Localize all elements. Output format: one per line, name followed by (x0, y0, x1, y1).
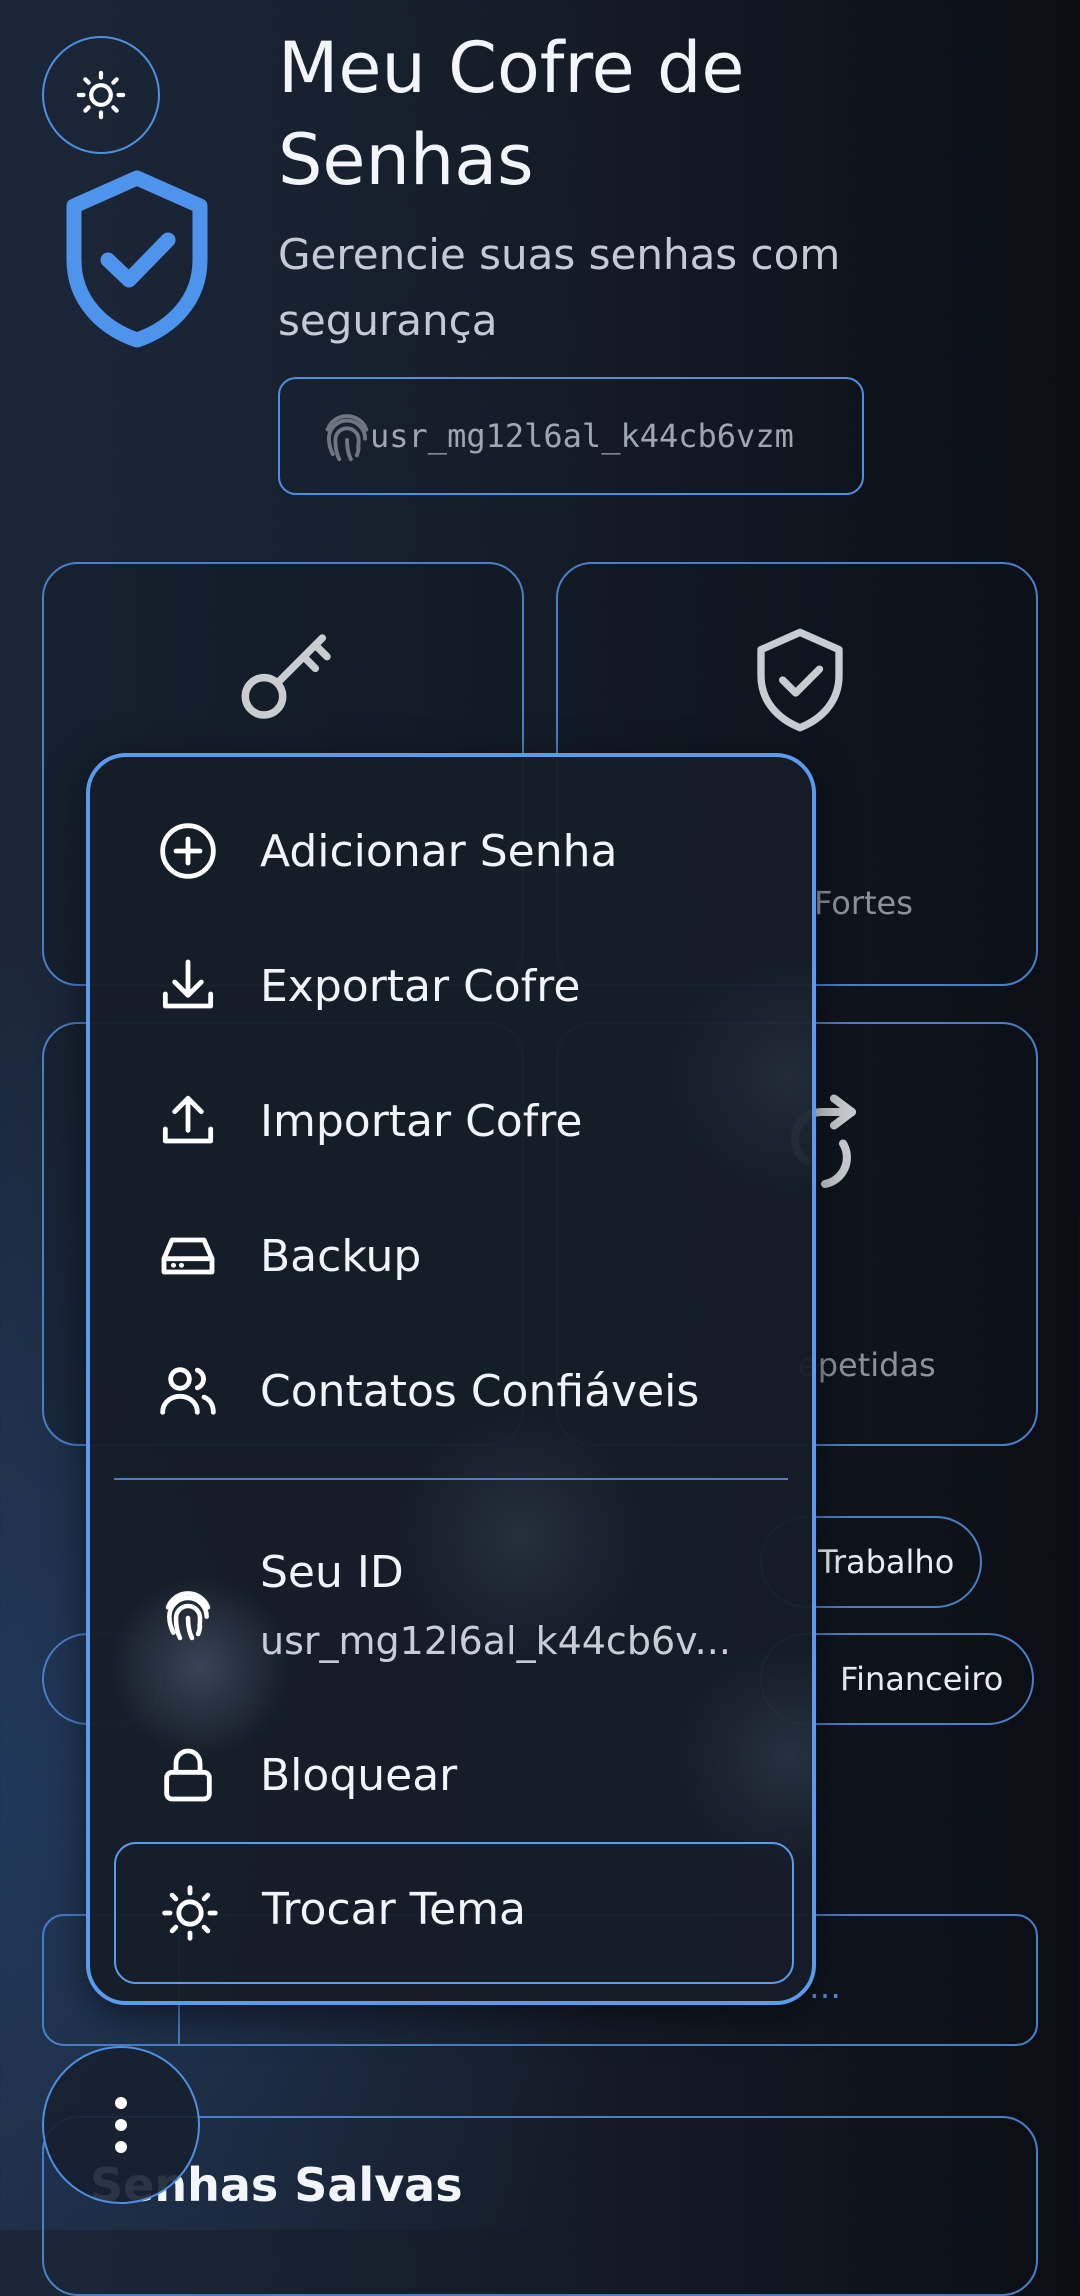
menu-item-label: Bloquear (260, 1749, 458, 1801)
user-id-text: usr_mg12l6al_k44cb6vzm (370, 417, 794, 455)
sun-icon (158, 1881, 222, 1945)
page-title: Meu Cofre de Senhas (278, 27, 745, 201)
upload-icon (156, 1089, 220, 1153)
actions-menu: Adicionar Senha Exportar Cofre Importar … (86, 753, 816, 2005)
more-options-button[interactable] (42, 2046, 200, 2204)
theme-toggle-button[interactable] (42, 36, 160, 154)
category-label: Trabalho (818, 1543, 955, 1581)
menu-item-label: Trocar Tema (262, 1884, 526, 1935)
more-vertical-icon (111, 2095, 131, 2155)
menu-item-import-vault[interactable]: Importar Cofre (90, 1061, 812, 1181)
shield-check-icon (748, 622, 852, 738)
page-subtitle: Gerencie suas senhas com segurança (278, 230, 841, 345)
menu-item-trusted-contacts[interactable]: Contatos Confiáveis (90, 1331, 812, 1451)
category-label: Financeiro (840, 1660, 1004, 1698)
menu-item-label: Backup (260, 1230, 422, 1282)
sun-icon (73, 67, 129, 123)
your-id-label: Seu ID (260, 1547, 404, 1598)
menu-item-label: Importar Cofre (260, 1095, 583, 1147)
menu-divider (114, 1478, 788, 1480)
hard-drive-icon (156, 1224, 220, 1288)
download-icon (156, 954, 220, 1018)
menu-item-backup[interactable]: Backup (90, 1196, 812, 1316)
menu-item-label: Adicionar Senha (260, 825, 618, 877)
menu-item-export-vault[interactable]: Exportar Cofre (90, 926, 812, 1046)
menu-item-label: Exportar Cofre (260, 960, 581, 1012)
fingerprint-icon (156, 1582, 220, 1646)
plus-circle-icon (156, 819, 220, 883)
key-icon (229, 624, 341, 736)
stat-label-repeated: epetidas (798, 1346, 936, 1384)
users-icon (156, 1359, 220, 1423)
menu-item-change-theme[interactable]: Trocar Tema (114, 1842, 794, 1984)
menu-item-lock[interactable]: Bloquear (90, 1715, 812, 1835)
menu-item-your-id[interactable]: Seu ID usr_mg12l6al_k44cb6v... (90, 1539, 812, 1689)
shield-check-icon (62, 168, 212, 348)
lock-icon (156, 1743, 220, 1807)
menu-item-label: Contatos Confiáveis (260, 1365, 700, 1417)
user-id-chip[interactable]: usr_mg12l6al_k44cb6vzm (278, 377, 864, 495)
your-id-value: usr_mg12l6al_k44cb6v... (260, 1619, 731, 1663)
menu-item-add-password[interactable]: Adicionar Senha (90, 791, 812, 911)
stat-label-strong: Fortes (814, 884, 913, 922)
fingerprint-icon (316, 405, 378, 467)
